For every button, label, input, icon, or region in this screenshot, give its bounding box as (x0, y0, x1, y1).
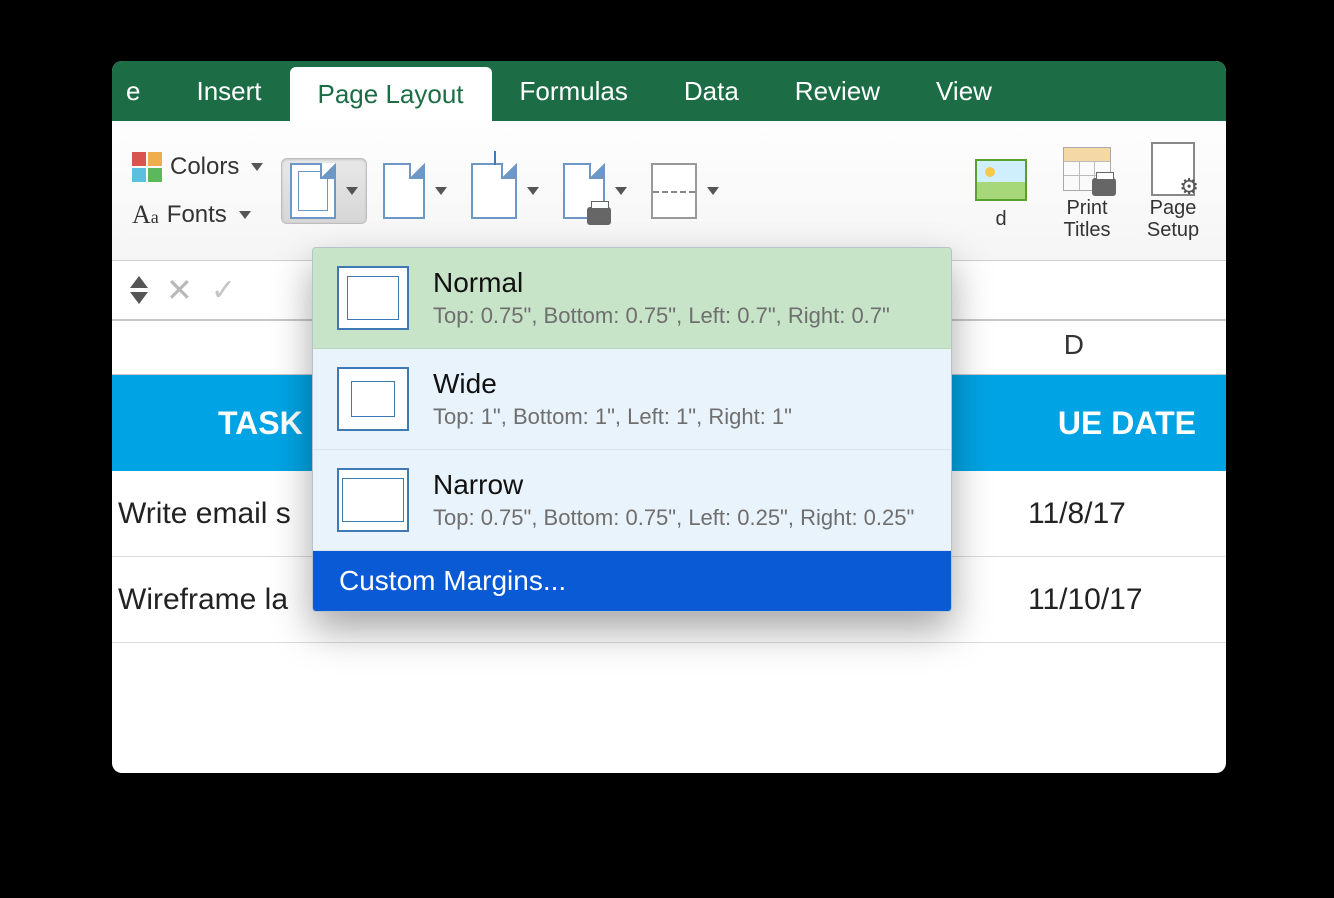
cell-task: Wireframe la (118, 583, 288, 617)
chevron-down-icon (130, 292, 148, 304)
chevron-down-icon (251, 163, 263, 171)
column-header-D[interactable]: D (1064, 329, 1084, 361)
tab-data[interactable]: Data (656, 61, 767, 121)
printer-icon (1092, 178, 1116, 196)
chevron-up-icon (130, 276, 148, 288)
chevron-down-icon (615, 187, 627, 195)
themes-group: Colors Aa Fonts (132, 152, 263, 230)
accept-icon[interactable]: ✓ (211, 273, 236, 308)
margins-dropdown-menu: Normal Top: 0.75", Bottom: 0.75", Left: … (312, 247, 952, 612)
picture-icon (975, 159, 1027, 201)
cell-date: 11/8/17 (1028, 497, 1208, 531)
ribbon-body: Colors Aa Fonts (112, 121, 1226, 261)
orientation-icon (383, 163, 425, 219)
printer-icon (587, 207, 611, 225)
name-box-stepper[interactable] (130, 276, 148, 304)
margins-normal-icon (337, 266, 409, 330)
colors-icon (132, 152, 162, 182)
orientation-button[interactable] (375, 158, 455, 224)
chevron-down-icon (346, 187, 358, 195)
margins-icon (290, 163, 336, 219)
tab-review[interactable]: Review (767, 61, 908, 121)
option-title: Wide (433, 368, 792, 400)
tab-home-partial[interactable]: e (112, 61, 168, 121)
margins-narrow-icon (337, 468, 409, 532)
margins-option-normal[interactable]: Normal Top: 0.75", Bottom: 0.75", Left: … (313, 248, 951, 349)
print-area-icon (563, 163, 605, 219)
margins-option-custom[interactable]: Custom Margins... (313, 551, 951, 611)
tab-view[interactable]: View (908, 61, 1020, 121)
fonts-dropdown[interactable]: Aa Fonts (132, 200, 263, 230)
size-button[interactable] (463, 158, 547, 224)
app-window: e Insert Page Layout Formulas Data Revie… (112, 61, 1226, 773)
ribbon-tabstrip: e Insert Page Layout Formulas Data Revie… (112, 61, 1226, 121)
chevron-down-icon (239, 211, 251, 219)
option-subtitle: Top: 0.75", Bottom: 0.75", Left: 0.7", R… (433, 303, 890, 329)
chevron-down-icon (527, 187, 539, 195)
fonts-label: Fonts (167, 201, 227, 229)
fonts-icon: Aa (132, 200, 159, 230)
print-area-button[interactable] (555, 158, 635, 224)
margins-wide-icon (337, 367, 409, 431)
cell-date: 11/10/17 (1028, 583, 1208, 617)
chevron-down-icon (707, 187, 719, 195)
print-titles-button[interactable]: Print Titles (1048, 141, 1126, 241)
margins-button[interactable] (281, 158, 367, 224)
breaks-button[interactable] (643, 158, 727, 224)
breaks-icon (651, 163, 697, 219)
page-setup-icon (1151, 142, 1195, 196)
chevron-down-icon (435, 187, 447, 195)
colors-label: Colors (170, 153, 239, 181)
option-subtitle: Top: 0.75", Bottom: 0.75", Left: 0.25", … (433, 505, 914, 531)
header-task: TASK (218, 405, 303, 442)
background-label-partial: d (995, 208, 1006, 230)
option-title: Narrow (433, 469, 914, 501)
tab-page-layout[interactable]: Page Layout (290, 67, 492, 121)
option-title: Normal (433, 267, 890, 299)
print-titles-icon (1063, 147, 1111, 191)
option-subtitle: Top: 1", Bottom: 1", Left: 1", Right: 1" (433, 404, 792, 430)
margins-option-narrow[interactable]: Narrow Top: 0.75", Bottom: 0.75", Left: … (313, 450, 951, 551)
page-setup-button[interactable]: Page Setup (1134, 141, 1212, 241)
margins-option-wide[interactable]: Wide Top: 1", Bottom: 1", Left: 1", Righ… (313, 349, 951, 450)
colors-dropdown[interactable]: Colors (132, 152, 263, 182)
background-button-partial[interactable]: d (962, 152, 1040, 230)
cell-task: Write email s (118, 497, 291, 531)
tab-formulas[interactable]: Formulas (492, 61, 656, 121)
header-due-date-partial: UE DATE (1058, 405, 1196, 442)
tab-insert[interactable]: Insert (168, 61, 289, 121)
size-icon (471, 163, 517, 219)
cancel-icon[interactable]: ✕ (166, 271, 193, 309)
